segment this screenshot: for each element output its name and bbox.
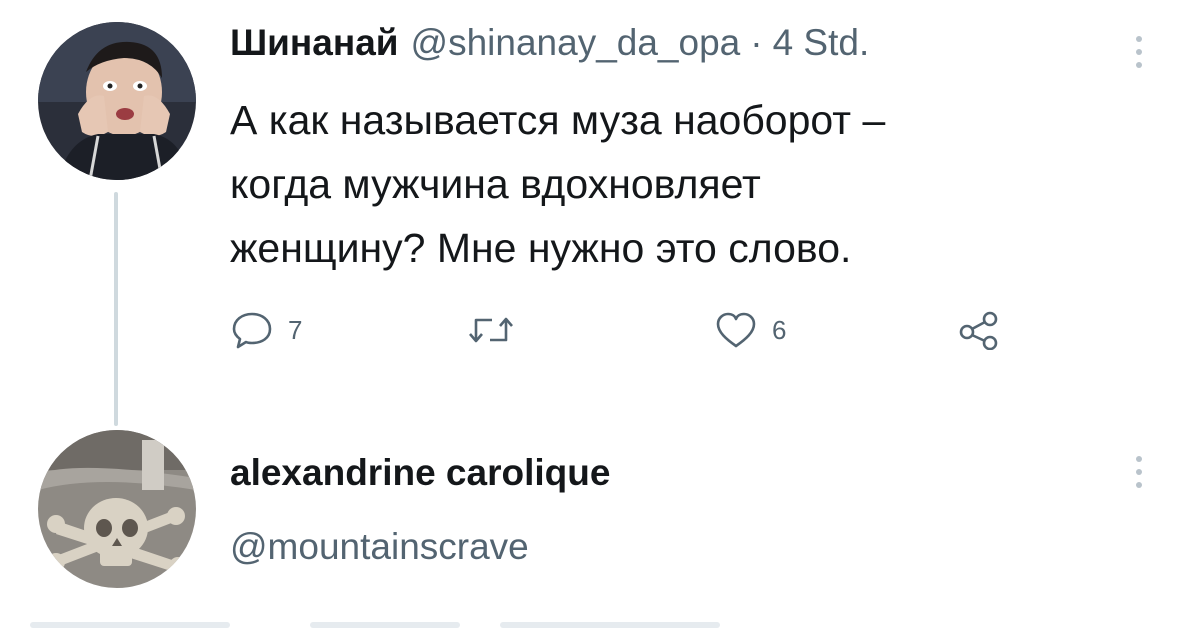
tweet-text-line: женщину? Мне нужно это слово. [230,225,852,271]
more-dots-icon [1136,456,1142,462]
thread-line [114,192,118,426]
cut-off-content [30,612,730,628]
heart-icon [716,312,756,348]
author-handle[interactable]: @shinanay_da_opa [411,22,741,64]
author-avatar[interactable] [38,22,196,180]
more-dot [1136,469,1142,475]
tweet-text-line: А как называется муза наоборот – [230,97,886,143]
tweet-header: Шинанай @shinanay_da_opa · 4 Std. [230,22,869,64]
reply-button[interactable]: 7 [230,310,302,350]
more-dot [1136,482,1142,488]
reply-author-handle[interactable]: @mountainscrave [230,526,529,568]
faded-text [30,622,230,628]
like-button[interactable]: 6 [714,310,786,350]
retweet-icon [469,317,513,343]
reply-icon [232,312,272,349]
more-dot [1136,49,1142,55]
retweet-button[interactable] [466,310,530,350]
reply-author-name[interactable]: alexandrine carolique [230,452,610,494]
tweet-text: А как называется муза наоборот – когда м… [230,88,1110,280]
separator-dot: · [750,22,763,63]
author-name[interactable]: Шинанай [230,22,399,64]
more-dot [1136,62,1142,68]
tweet-actions: 7 6 [230,310,1030,354]
reply-avatar[interactable] [38,430,196,588]
reply-more-options-button[interactable] [1136,456,1146,495]
like-count: 6 [772,314,787,345]
faded-text [500,622,720,628]
reply-user-card: alexandrine carolique @mountainscrave [0,400,1200,628]
reply-count: 7 [288,314,303,345]
share-button[interactable] [956,310,1004,350]
reply-header: alexandrine carolique [230,452,610,494]
faded-text [310,622,460,628]
more-options-button[interactable] [1136,36,1146,75]
tweet-text-line: когда мужчина вдохновляет [230,161,761,207]
tweet-timestamp[interactable]: 4 Std. [773,22,870,64]
share-icon [959,311,998,350]
more-dots-icon [1136,36,1142,42]
child-photo-icon [38,22,196,180]
skull-crossbones-icon [38,430,196,588]
tweet: Шинанай @shinanay_da_opa · 4 Std. А как … [0,0,1200,426]
